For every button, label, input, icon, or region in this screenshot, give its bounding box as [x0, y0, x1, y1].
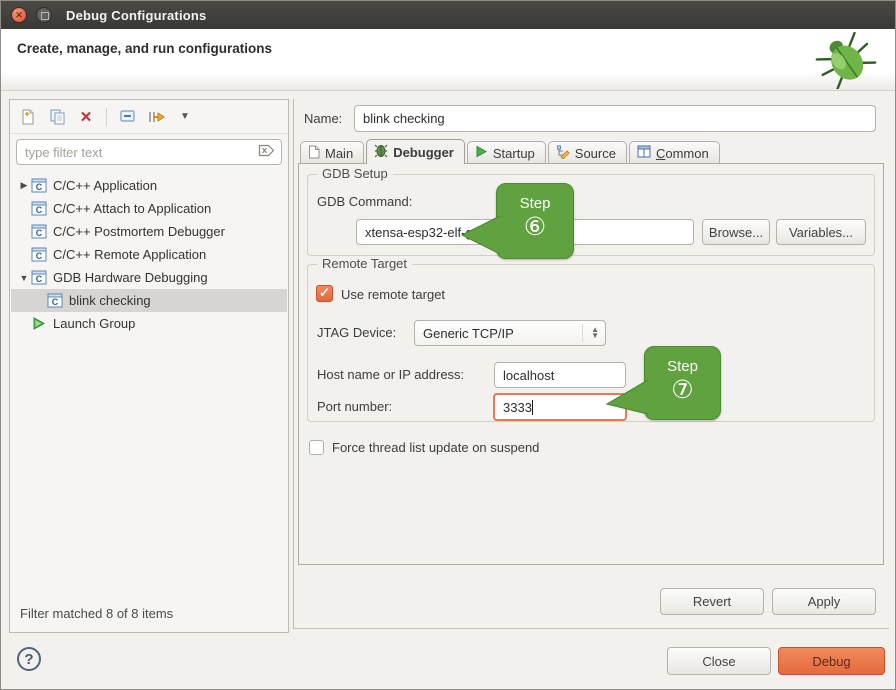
window-title: Debug Configurations	[66, 8, 207, 23]
browse-button[interactable]: Browse...	[702, 219, 770, 245]
bug-icon	[374, 144, 388, 161]
apply-button[interactable]: Apply	[772, 588, 876, 615]
tab-label: Main	[325, 146, 353, 161]
tab-label: Source	[575, 146, 616, 161]
configurations-sidebar: ✕ ▼ ▶ C C/C++ Application	[9, 99, 289, 633]
c-application-icon: C	[31, 178, 47, 193]
tree-item-label: blink checking	[69, 293, 151, 308]
window-restore-icon[interactable]	[36, 7, 52, 23]
page-icon	[308, 145, 320, 162]
svg-text:C: C	[36, 274, 43, 284]
tab-startup[interactable]: Startup	[467, 141, 546, 164]
tree-item-cpp-postmortem[interactable]: ▶ C C/C++ Postmortem Debugger	[11, 220, 287, 243]
svg-text:C: C	[52, 297, 59, 307]
c-application-icon: C	[31, 201, 47, 216]
debug-button[interactable]: Debug	[778, 647, 885, 675]
launch-group-icon	[31, 316, 47, 331]
dialog-header: Create, manage, and run configurations	[1, 29, 895, 91]
step-callout-number: ⑦	[645, 375, 720, 405]
use-remote-target-checkbox[interactable]	[316, 285, 333, 302]
close-button[interactable]: Close	[667, 647, 771, 675]
debug-bug-icon	[813, 31, 879, 92]
table-icon	[637, 145, 651, 161]
variables-button[interactable]: Variables...	[776, 219, 866, 245]
step-6-callout: Step ⑥	[496, 183, 574, 259]
expander-expanded-icon[interactable]: ▼	[17, 273, 31, 283]
tab-bar: Main Debugger Startup Source Common	[300, 139, 722, 164]
c-application-icon: C	[31, 270, 47, 285]
host-label: Host name or IP address:	[317, 367, 464, 382]
window-close-icon[interactable]	[11, 7, 27, 23]
text-cursor	[532, 400, 533, 415]
debug-configurations-dialog: Debug Configurations Create, manage, and…	[0, 0, 896, 690]
jtag-device-value: Generic TCP/IP	[423, 326, 514, 341]
combo-spinner-icon: ▲▼	[582, 324, 599, 342]
tree-item-label: C/C++ Remote Application	[53, 247, 206, 262]
tab-debugger[interactable]: Debugger	[366, 139, 465, 164]
tab-source[interactable]: Source	[548, 141, 627, 164]
name-input[interactable]	[354, 105, 876, 132]
tree-item-launch-group[interactable]: ▶ Launch Group	[11, 312, 287, 335]
remote-target-group: Remote Target Use remote target JTAG Dev…	[307, 264, 875, 422]
gdb-setup-legend: GDB Setup	[317, 166, 393, 181]
force-thread-label: Force thread list update on suspend	[332, 440, 539, 455]
tree-item-blink-checking[interactable]: ▶ C blink checking	[11, 289, 287, 312]
expander-collapsed-icon[interactable]: ▶	[17, 180, 31, 191]
step-callout-title: Step	[645, 358, 720, 375]
svg-text:C: C	[36, 251, 43, 261]
c-application-icon: C	[31, 247, 47, 262]
filter-status-text: Filter matched 8 of 8 items	[20, 606, 173, 621]
step-7-callout: Step ⑦	[644, 346, 721, 420]
tab-main[interactable]: Main	[300, 141, 364, 164]
filter-input[interactable]	[17, 145, 258, 160]
tree-item-label: GDB Hardware Debugging	[53, 270, 208, 285]
step-callout-number: ⑥	[497, 212, 573, 242]
toolbar-menu-dropdown-icon[interactable]: ▼	[176, 108, 194, 126]
name-label: Name:	[304, 111, 342, 126]
tab-label: Common	[656, 146, 709, 161]
filter-field[interactable]	[16, 139, 282, 165]
debugger-tab-content: GDB Setup GDB Command: Browse... Variabl…	[298, 163, 884, 565]
configuration-editor: Name: Main Debugger Startup Source Commo…	[293, 99, 889, 629]
tree-item-gdb-hardware[interactable]: ▼ C GDB Hardware Debugging	[11, 266, 287, 289]
svg-text:C: C	[36, 182, 43, 192]
revert-button[interactable]: Revert	[660, 588, 764, 615]
tree-item-cpp-remote[interactable]: ▶ C C/C++ Remote Application	[11, 243, 287, 266]
port-label: Port number:	[317, 399, 392, 414]
source-icon	[556, 145, 570, 162]
c-application-icon: C	[47, 293, 63, 308]
tree-item-cpp-application[interactable]: ▶ C C/C++ Application	[11, 174, 287, 197]
tab-label: Debugger	[393, 145, 454, 160]
c-application-icon: C	[31, 224, 47, 239]
use-remote-target-label: Use remote target	[341, 287, 445, 302]
tree-item-label: C/C++ Application	[53, 178, 157, 193]
tab-label: Startup	[493, 146, 535, 161]
header-title: Create, manage, and run configurations	[17, 41, 272, 56]
remote-target-legend: Remote Target	[317, 256, 412, 271]
clear-filter-icon[interactable]	[258, 144, 275, 160]
tree-item-label: C/C++ Attach to Application	[53, 201, 211, 216]
tree-item-label: C/C++ Postmortem Debugger	[53, 224, 225, 239]
jtag-device-label: JTAG Device:	[317, 325, 396, 340]
tab-common[interactable]: Common	[629, 141, 720, 164]
svg-text:C: C	[36, 205, 43, 215]
duplicate-configuration-icon[interactable]	[48, 108, 66, 126]
delete-configuration-icon[interactable]: ✕	[77, 108, 95, 126]
step-callout-title: Step	[497, 195, 573, 212]
toolbar-separator	[106, 108, 107, 126]
filter-configurations-icon[interactable]	[147, 108, 165, 126]
svg-text:C: C	[36, 228, 43, 238]
gdb-setup-group: GDB Setup GDB Command: Browse... Variabl…	[307, 174, 875, 256]
tree-item-cpp-attach[interactable]: ▶ C C/C++ Attach to Application	[11, 197, 287, 220]
tree-item-label: Launch Group	[53, 316, 135, 331]
force-thread-checkbox[interactable]	[309, 440, 324, 455]
sidebar-toolbar: ✕ ▼	[10, 100, 288, 134]
help-button[interactable]: ?	[17, 647, 41, 671]
play-icon	[475, 145, 488, 161]
collapse-all-icon[interactable]	[118, 108, 136, 126]
gdb-command-label: GDB Command:	[317, 194, 412, 209]
titlebar: Debug Configurations	[1, 1, 895, 29]
new-configuration-icon[interactable]	[19, 108, 37, 126]
jtag-device-select[interactable]: Generic TCP/IP ▲▼	[414, 320, 606, 346]
